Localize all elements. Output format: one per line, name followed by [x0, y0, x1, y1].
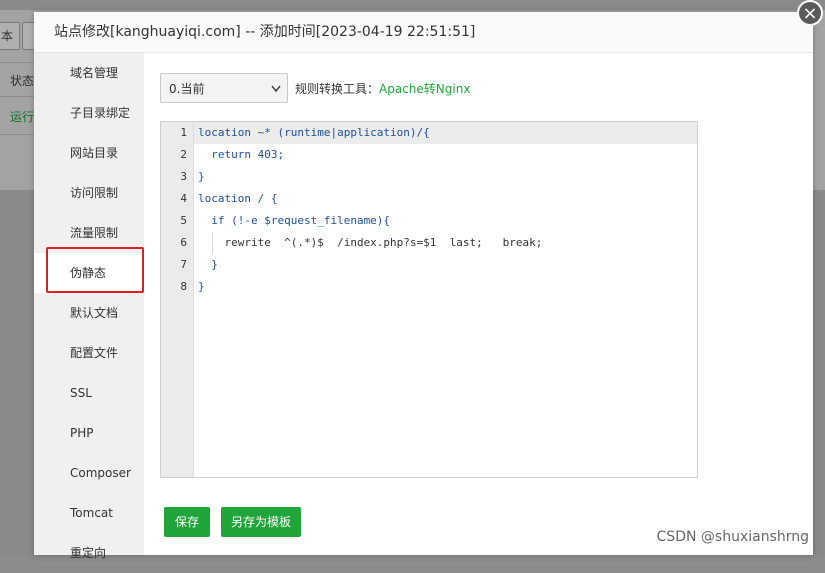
line-number: 2 — [161, 148, 187, 161]
code-editor[interactable]: 1 2 3 4 5 6 7 8 location ~* (runtime|app… — [160, 121, 698, 478]
sidebar-item-redirect[interactable]: 重定向 — [34, 533, 144, 573]
site-edit-dialog: 站点修改[kanghuayiqi.com] -- 添加时间[2023-04-19… — [34, 12, 813, 555]
close-icon[interactable]: × — [797, 0, 823, 26]
sidebar-item-domain[interactable]: 域名管理 — [34, 53, 144, 93]
line-number: 8 — [161, 280, 187, 293]
sidebar-item-php[interactable]: PHP — [34, 413, 144, 453]
line-number: 5 — [161, 214, 187, 227]
background-divider-3 — [0, 134, 34, 135]
code-line: } — [198, 280, 205, 293]
line-number: 4 — [161, 192, 187, 205]
sidebar-item-subdirectory[interactable]: 子目录绑定 — [34, 93, 144, 133]
line-number: 3 — [161, 170, 187, 183]
sidebar-item-site-directory[interactable]: 网站目录 — [34, 133, 144, 173]
sidebar-item-access-limit[interactable]: 访问限制 — [34, 173, 144, 213]
sidebar-item-ssl[interactable]: SSL — [34, 373, 144, 413]
dialog-title: 站点修改[kanghuayiqi.com] -- 添加时间[2023-04-19… — [34, 12, 813, 53]
rewrite-panel: 0.当前 规则转换工具：Apache转Nginx 1 2 3 4 5 6 7 8… — [144, 53, 813, 555]
line-number: 7 — [161, 258, 187, 271]
rule-convert-tool: 规则转换工具：Apache转Nginx — [295, 73, 470, 105]
chevron-down-icon — [271, 74, 281, 116]
background-divider — [0, 62, 34, 63]
line-number: 6 — [161, 236, 187, 249]
code-line: } — [198, 258, 218, 271]
code-line: } — [198, 170, 205, 183]
sidebar-item-traffic-limit[interactable]: 流量限制 — [34, 213, 144, 253]
save-button[interactable]: 保存 — [164, 507, 210, 537]
sidebar-item-composer[interactable]: Composer — [34, 453, 144, 493]
sidebar-item-default-doc[interactable]: 默认文档 — [34, 293, 144, 333]
sidebar-item-tomcat[interactable]: Tomcat — [34, 493, 144, 533]
code-line: location / { — [198, 192, 277, 205]
code-line: return 403; — [198, 148, 284, 161]
background-toolbar-button: 本 — [0, 22, 20, 50]
apache-to-nginx-link[interactable]: Apache转Nginx — [379, 82, 470, 96]
background-divider-2 — [0, 96, 34, 97]
select-value: 0.当前 — [169, 82, 204, 96]
rewrite-template-select[interactable]: 0.当前 — [160, 73, 288, 103]
sidebar-item-config-file[interactable]: 配置文件 — [34, 333, 144, 373]
line-number: 1 — [161, 126, 187, 139]
code-line: rewrite ^(.*)$ /index.php?s=$1 last; bre… — [198, 236, 542, 249]
save-as-template-button[interactable]: 另存为模板 — [221, 507, 301, 537]
rule-convert-label: 规则转换工具： — [295, 82, 379, 96]
dialog-sidebar: 域名管理 子目录绑定 网站目录 访问限制 流量限制 伪静态 默认文档 配置文件 … — [34, 53, 144, 555]
code-line: if (!-e $request_filename){ — [198, 214, 390, 227]
background-status-value: 运行 — [10, 108, 34, 125]
background-status-label: 状态 — [10, 72, 34, 89]
watermark: CSDN @shuxianshrng — [657, 529, 809, 545]
code-line: location ~* (runtime|application)/{ — [198, 126, 430, 139]
sidebar-item-rewrite[interactable]: 伪静态 — [34, 253, 144, 293]
